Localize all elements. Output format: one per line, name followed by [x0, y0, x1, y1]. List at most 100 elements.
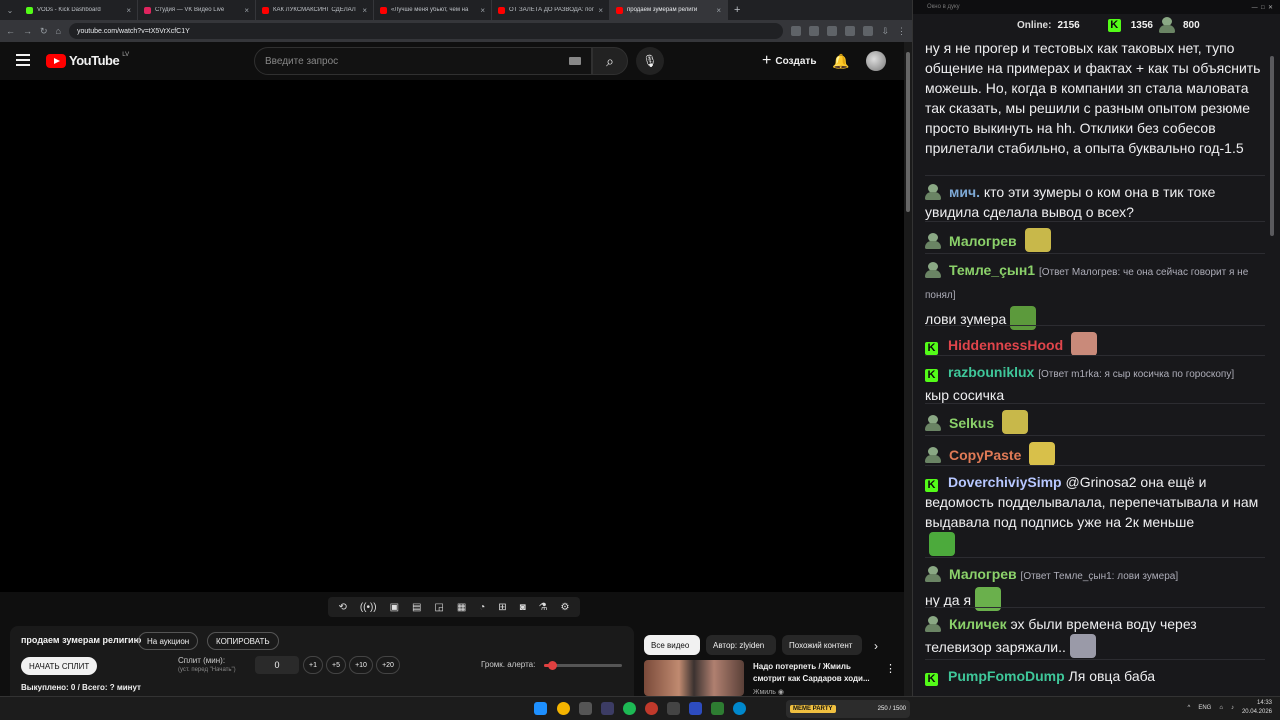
- bell-icon[interactable]: 🔔: [832, 53, 849, 70]
- chevron-up-icon[interactable]: ^: [1188, 705, 1191, 711]
- video-player[interactable]: [0, 80, 912, 592]
- voice-search-button[interactable]: 🎙: [636, 47, 664, 75]
- meme-party-widget[interactable]: MEME PARTY 250 / 1500: [786, 700, 910, 718]
- menu-icon[interactable]: [16, 54, 30, 66]
- chat-username[interactable]: Киличек: [949, 616, 1007, 632]
- search-input[interactable]: Введите запрос: [254, 47, 592, 75]
- add-1-button[interactable]: +1: [303, 656, 323, 674]
- close-tab-icon[interactable]: ×: [362, 6, 367, 15]
- tab-search-icon[interactable]: ⌄: [0, 6, 20, 15]
- close-tab-icon[interactable]: ×: [244, 6, 249, 15]
- add-20-button[interactable]: +20: [376, 656, 400, 674]
- alert-volume-slider[interactable]: [544, 661, 622, 670]
- browser-tab[interactable]: КАК ЛУКСМАКСИНГ СДЕЛАЛ ×: [256, 0, 374, 20]
- telegram-icon[interactable]: [733, 702, 746, 715]
- youtube-logo[interactable]: YouTube LV: [46, 52, 129, 68]
- volume-icon[interactable]: ♪: [1231, 705, 1234, 711]
- screenshot-icon[interactable]: ◙: [520, 602, 526, 613]
- chip-author[interactable]: Автор: zlyiden: [706, 635, 776, 655]
- split-minutes-input[interactable]: 0: [255, 656, 299, 674]
- chat-username[interactable]: CopyPaste: [949, 447, 1021, 463]
- clapper-icon[interactable]: ▤: [412, 602, 421, 613]
- app-icon[interactable]: [711, 702, 724, 715]
- new-tab-icon[interactable]: +: [734, 4, 740, 16]
- forward-icon[interactable]: →: [23, 26, 32, 36]
- browser-tab[interactable]: VODs - Kick Dashboard ×: [20, 0, 138, 20]
- spotify-icon[interactable]: [623, 702, 636, 715]
- copy-button[interactable]: КОПИРОВАТЬ: [207, 632, 279, 650]
- player-extension-toolbar: ⟲ ((•)) ▣ ▤ ◲ ▦ ◔ ⊞ ◙ ⚗ ⚙: [328, 597, 580, 617]
- home-icon[interactable]: ⌂: [56, 26, 61, 36]
- extension-icon[interactable]: [791, 26, 802, 36]
- clock[interactable]: 14:33 20.04.2026: [1242, 699, 1272, 717]
- chat-reply-reference[interactable]: [Ответ m1rka: я сыр косичка по гороскопу…: [1038, 369, 1234, 380]
- broadcast-icon[interactable]: ((•)): [360, 602, 377, 613]
- extension-icon[interactable]: [827, 26, 838, 36]
- chat-reply-reference[interactable]: [Ответ Темле_çын1: лови зумера]: [1021, 571, 1179, 582]
- create-button[interactable]: + Создать: [756, 50, 822, 72]
- back-icon[interactable]: ←: [6, 26, 15, 36]
- reload-icon[interactable]: ↻: [40, 26, 48, 37]
- app-icon[interactable]: [689, 702, 702, 715]
- extension-icon[interactable]: [863, 26, 874, 36]
- flask-icon[interactable]: ⚗: [539, 602, 548, 613]
- autoplay-icon[interactable]: ▣: [390, 602, 399, 613]
- search-button[interactable]: ⌕: [592, 47, 628, 75]
- chip-related[interactable]: Похожий контент: [782, 635, 862, 655]
- network-icon[interactable]: ⌂: [1219, 705, 1223, 711]
- close-tab-icon[interactable]: ×: [126, 6, 131, 15]
- chat-username[interactable]: Малогрев: [949, 566, 1017, 582]
- browser-tab[interactable]: Студия — VK Видео Live ×: [138, 0, 256, 20]
- add-5-button[interactable]: +5: [326, 656, 346, 674]
- video-title[interactable]: Надо потерпеть / Жмиль смотрит как Сарда…: [753, 661, 878, 685]
- chevron-right-icon[interactable]: ›: [874, 639, 878, 653]
- video-thumbnail[interactable]: [644, 660, 744, 696]
- close-tab-icon[interactable]: ×: [716, 6, 721, 15]
- pip-icon[interactable]: ◲: [434, 602, 443, 613]
- chat-username[interactable]: мич.: [949, 184, 980, 200]
- app-icon[interactable]: [667, 702, 680, 715]
- chat-username[interactable]: Темле_çын1: [949, 262, 1035, 278]
- extension-icon[interactable]: [845, 26, 856, 36]
- chat-username[interactable]: PumpFomoDump: [948, 668, 1065, 684]
- page-scrollbar[interactable]: [904, 42, 912, 696]
- loop-icon[interactable]: ⟲: [338, 602, 346, 613]
- more-options-icon[interactable]: ⋮: [885, 662, 896, 675]
- chat-username[interactable]: Малогрев: [949, 233, 1017, 249]
- chrome-icon[interactable]: [557, 702, 570, 715]
- chat-scrollbar[interactable]: [1269, 36, 1275, 692]
- chip-all-videos[interactable]: Все видео: [644, 635, 700, 655]
- app-icon[interactable]: [579, 702, 592, 715]
- add-10-button[interactable]: +10: [349, 656, 373, 674]
- auction-button[interactable]: На аукцион: [138, 632, 199, 650]
- browser-tab[interactable]: ОТ ЗАЛЕТА ДО РАЗВОДА: пог ×: [492, 0, 610, 20]
- browser-tab[interactable]: продаем зумерам религи ×: [610, 0, 728, 20]
- app-icon[interactable]: [645, 702, 658, 715]
- chat-username[interactable]: Selkus: [949, 415, 994, 431]
- chat-scrollbar-thumb[interactable]: [1270, 56, 1274, 236]
- chat-username[interactable]: razbouniklux: [948, 364, 1034, 380]
- lang-indicator[interactable]: ENG: [1198, 705, 1211, 711]
- url-field[interactable]: youtube.com/watch?v=tX5VrXcfC1Y: [68, 23, 784, 39]
- browser-tab[interactable]: «Лучше меня убьют, чем на ×: [374, 0, 492, 20]
- chat-username[interactable]: DoverchiviySimp: [948, 474, 1062, 490]
- close-tab-icon[interactable]: ×: [598, 6, 603, 15]
- avatar[interactable]: [866, 51, 886, 71]
- chat-username[interactable]: HiddennessHood: [948, 337, 1063, 353]
- window-controls[interactable]: — □ ✕: [1252, 4, 1273, 11]
- scrollbar-thumb[interactable]: [906, 52, 910, 212]
- close-tab-icon[interactable]: ×: [480, 6, 485, 15]
- video-channel[interactable]: Жмиль ◉: [753, 688, 784, 696]
- browser-menu-icon[interactable]: ⋮: [897, 26, 906, 37]
- download-icon[interactable]: ⇩: [881, 26, 889, 37]
- clip-icon[interactable]: ⊞: [498, 602, 506, 613]
- start-icon[interactable]: [534, 702, 547, 715]
- start-split-button[interactable]: НАЧАТЬ СПЛИТ: [21, 657, 98, 675]
- steam-icon[interactable]: [601, 702, 614, 715]
- subtitles-icon[interactable]: ▦: [457, 602, 466, 613]
- extension-icon[interactable]: [809, 26, 820, 36]
- keyboard-icon[interactable]: [569, 57, 581, 65]
- gear-icon[interactable]: ⚙: [560, 602, 569, 613]
- volume-knob[interactable]: [547, 661, 557, 670]
- speed-icon[interactable]: ◔: [479, 602, 485, 613]
